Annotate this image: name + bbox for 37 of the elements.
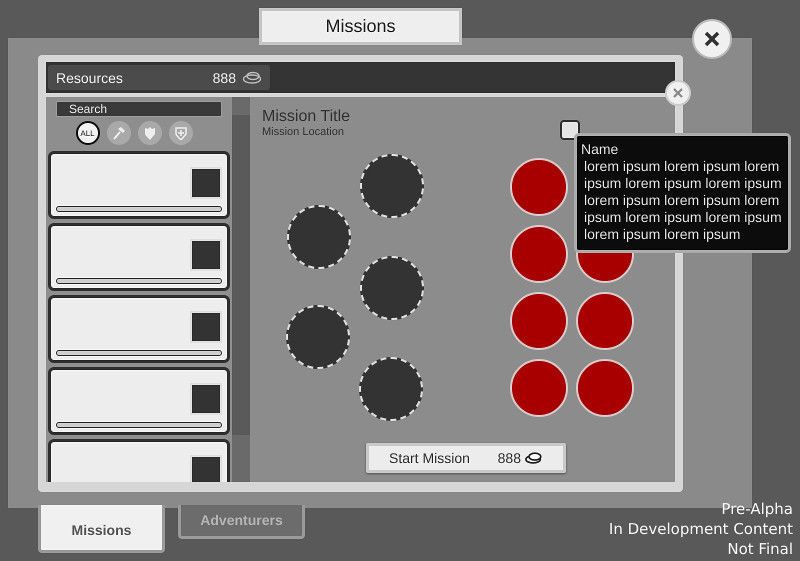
start-mission-button[interactable]: Start Mission 888 (366, 443, 566, 473)
shield-plus-icon (174, 126, 188, 140)
tooltip-title: Name (581, 141, 620, 158)
coin-icon (242, 71, 262, 84)
card-thumbnail (190, 239, 222, 271)
coin-icon (525, 452, 543, 464)
card-thumbnail (190, 311, 222, 343)
resources-amount: 888 (212, 70, 236, 86)
filter-button[interactable] (106, 121, 130, 145)
tab[interactable]: Missions (38, 505, 165, 553)
search-field[interactable]: Search (56, 101, 222, 117)
mission-card[interactable] (48, 151, 230, 219)
filter-button[interactable] (168, 121, 192, 145)
mission-card[interactable] (48, 367, 230, 435)
mission-title: Mission Title (262, 108, 350, 126)
scrollbar-track[interactable] (232, 97, 250, 482)
window-title: Missions (259, 8, 462, 45)
hammer-icon (112, 126, 126, 140)
checkbox[interactable] (560, 120, 580, 140)
notice-text: In Development Content (608, 519, 793, 539)
close-button[interactable] (692, 19, 732, 59)
close-icon (673, 88, 683, 98)
card-thumbnail (190, 167, 222, 199)
tooltip-text: lorem ipsum lorem ipsum lorem ipsum lorem ipsum lorem ipsum lorem ipsum lorem ipsum lorem ipsum lorem ipsum lorem ipsum lorem ipsum lorem ipsum (583, 158, 783, 243)
mission-card[interactable] (48, 295, 230, 363)
card-thumbnail (190, 383, 222, 415)
filter-button[interactable] (138, 121, 162, 145)
badge-icon (142, 126, 156, 140)
mission-card[interactable] (48, 223, 230, 291)
all-filter-button[interactable]: ALL (76, 121, 100, 145)
notice-text: Pre-Alpha (721, 499, 793, 519)
notice-text: Not Final (727, 539, 793, 559)
close-icon (704, 31, 720, 47)
card-thumbnail (190, 455, 222, 482)
resources-label: Resources (56, 70, 124, 86)
mission-location: Mission Location (262, 126, 344, 138)
scrollbar-thumb[interactable] (232, 115, 250, 435)
